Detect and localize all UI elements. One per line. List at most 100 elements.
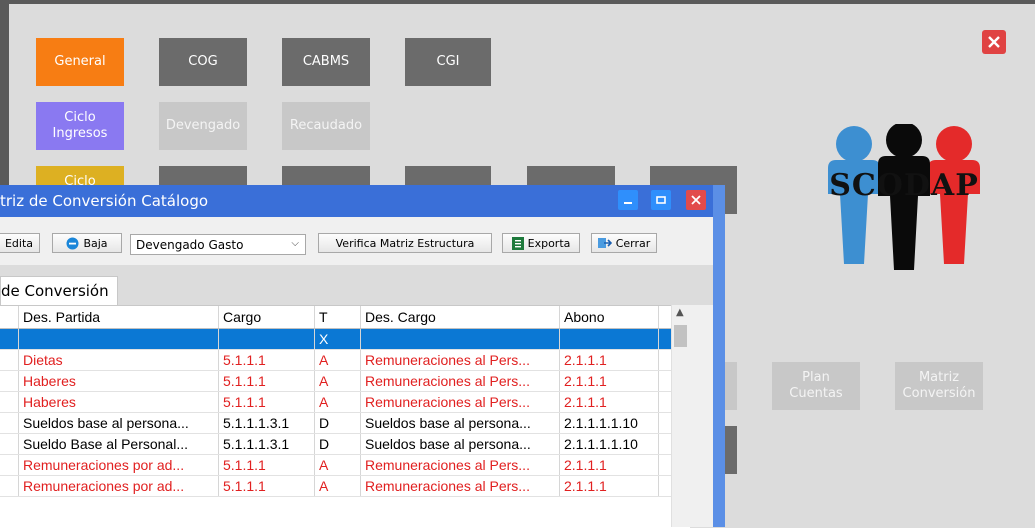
cell-des-cargo[interactable] bbox=[360, 328, 560, 350]
tile-general[interactable]: General bbox=[36, 38, 124, 86]
col-header-cargo[interactable]: Cargo bbox=[218, 306, 315, 329]
cell-abono[interactable]: 2.1.1.1 bbox=[559, 475, 659, 497]
tile-label: Devengado bbox=[165, 118, 241, 133]
edita-button[interactable]: Edita bbox=[0, 233, 40, 253]
tab-conversion[interactable]: de Conversión bbox=[0, 276, 118, 305]
tile-cgi[interactable]: CGI bbox=[405, 38, 491, 86]
cell-t[interactable]: X bbox=[314, 328, 361, 350]
table-row[interactable]: Sueldos base al persona... 5.1.1.1.3.1 D Su… bbox=[0, 412, 674, 434]
tile-cog[interactable]: COG bbox=[159, 38, 247, 86]
row-header-cell[interactable] bbox=[0, 391, 19, 413]
row-header-cell[interactable] bbox=[0, 454, 19, 476]
table-row[interactable]: X bbox=[0, 328, 674, 350]
cell-cargo[interactable]: 5.1.1.1 bbox=[218, 391, 315, 413]
cell-des-partida[interactable]: Remuneraciones por ad... bbox=[18, 475, 219, 497]
cell-t[interactable]: A bbox=[314, 391, 361, 413]
cell-abono[interactable]: 2.1.1.1.1.10 bbox=[559, 412, 659, 434]
cell-t[interactable]: A bbox=[314, 370, 361, 392]
scroll-up-icon[interactable]: ▲ bbox=[676, 307, 684, 318]
table-header-row: Des. Partida Cargo T Des. Cargo Abono bbox=[0, 306, 674, 329]
row-header-cell[interactable] bbox=[0, 475, 19, 497]
cell-des-cargo[interactable]: Remuneraciones al Pers... bbox=[360, 454, 560, 476]
cerrar-button[interactable]: Cerrar bbox=[591, 233, 657, 253]
tile-recaudado[interactable]: Recaudado bbox=[282, 102, 370, 150]
table-row[interactable]: Dietas 5.1.1.1 A Remuneraciones al Pers... 2… bbox=[0, 349, 674, 371]
cell-abono[interactable] bbox=[559, 328, 659, 350]
close-button[interactable] bbox=[982, 30, 1006, 54]
tile-matriz-conversion[interactable]: Matriz Conversión bbox=[895, 362, 983, 410]
cell-cargo[interactable]: 5.1.1.1.3.1 bbox=[218, 412, 315, 434]
cell-des-partida[interactable]: Remuneraciones por ad... bbox=[18, 454, 219, 476]
cell-t[interactable]: D bbox=[314, 433, 361, 455]
maximize-button[interactable] bbox=[651, 190, 671, 210]
cell-abono[interactable]: 2.1.1.1 bbox=[559, 391, 659, 413]
cell-t[interactable]: A bbox=[314, 349, 361, 371]
exporta-button[interactable]: Exporta bbox=[502, 233, 580, 253]
tile-devengado[interactable]: Devengado bbox=[159, 102, 247, 150]
dialog-toolbar: Edita Baja Devengado Gasto ⌵ Verifica Ma… bbox=[0, 217, 713, 266]
tile-ciclo-ingresos[interactable]: Ciclo Ingresos bbox=[36, 102, 124, 150]
col-header-abono[interactable]: Abono bbox=[559, 306, 659, 329]
col-header-des-cargo[interactable]: Des. Cargo bbox=[360, 306, 560, 329]
cell-cargo[interactable]: 5.1.1.1 bbox=[218, 370, 315, 392]
grid-vertical-scrollbar[interactable]: ▲ bbox=[671, 305, 690, 527]
cell-cargo[interactable]: 5.1.1.1 bbox=[218, 349, 315, 371]
dialog-titlebar[interactable]: triz de Conversión Catálogo bbox=[0, 185, 713, 217]
baja-button[interactable]: Baja bbox=[52, 233, 122, 253]
dialog-border-strip bbox=[713, 185, 725, 527]
cell-des-cargo[interactable]: Remuneraciones al Pers... bbox=[360, 370, 560, 392]
cell-abono[interactable]: 2.1.1.1 bbox=[559, 454, 659, 476]
cell-des-cargo[interactable]: Sueldos base al persona... bbox=[360, 412, 560, 434]
excel-icon bbox=[511, 236, 524, 250]
cell-cargo[interactable]: 5.1.1.1.3.1 bbox=[218, 433, 315, 455]
table-row[interactable]: Remuneraciones por ad... 5.1.1.1 A Remunera… bbox=[0, 454, 674, 476]
minimize-button[interactable] bbox=[618, 190, 638, 210]
conversion-grid[interactable]: Des. Partida Cargo T Des. Cargo Abono XD… bbox=[0, 305, 690, 528]
col-header-t[interactable]: T bbox=[314, 306, 361, 329]
cell-des-cargo[interactable]: Remuneraciones al Pers... bbox=[360, 475, 560, 497]
table-row[interactable]: Haberes 5.1.1.1 A Remuneraciones al Pers...… bbox=[0, 391, 674, 413]
tile-plan-cuentas[interactable]: Plan Cuentas bbox=[772, 362, 860, 410]
cell-cargo[interactable]: 5.1.1.1 bbox=[218, 475, 315, 497]
matriz-conversion-dialog: triz de Conversión Catálogo Edita Baja D… bbox=[0, 185, 714, 528]
exit-arrow-icon bbox=[597, 238, 612, 248]
dialog-close-button[interactable] bbox=[686, 190, 706, 210]
cell-abono[interactable]: 2.1.1.1 bbox=[559, 370, 659, 392]
cell-t[interactable]: A bbox=[314, 454, 361, 476]
cell-t[interactable]: A bbox=[314, 475, 361, 497]
verifica-matriz-button[interactable]: Verifica Matriz Estructura bbox=[318, 233, 492, 253]
cell-des-cargo[interactable]: Remuneraciones al Pers... bbox=[360, 391, 560, 413]
cell-des-partida[interactable]: Haberes bbox=[18, 391, 219, 413]
cell-des-partida[interactable]: Haberes bbox=[18, 370, 219, 392]
tile-label: CABMS bbox=[302, 54, 350, 69]
row-header-cell[interactable] bbox=[0, 370, 19, 392]
tile-label: Ciclo Ingresos bbox=[52, 110, 108, 141]
tipo-select-value: Devengado Gasto bbox=[136, 237, 244, 252]
maximize-icon bbox=[656, 196, 666, 204]
cell-des-partida[interactable]: Sueldo Base al Personal... bbox=[18, 433, 219, 455]
row-header-cell[interactable] bbox=[0, 349, 19, 371]
row-header-cell[interactable] bbox=[0, 433, 19, 455]
cell-des-partida[interactable]: Dietas bbox=[18, 349, 219, 371]
cell-des-partida[interactable] bbox=[18, 328, 219, 350]
col-header-des-partida[interactable]: Des. Partida bbox=[18, 306, 219, 329]
row-header-cell[interactable] bbox=[0, 412, 19, 434]
cell-t[interactable]: D bbox=[314, 412, 361, 434]
cell-abono[interactable]: 2.1.1.1 bbox=[559, 349, 659, 371]
cell-abono[interactable]: 2.1.1.1.1.10 bbox=[559, 433, 659, 455]
tile-cabms[interactable]: CABMS bbox=[282, 38, 370, 86]
table-row[interactable]: Remuneraciones por ad... 5.1.1.1 A Remunera… bbox=[0, 475, 674, 497]
cell-cargo[interactable]: 5.1.1.1 bbox=[218, 454, 315, 476]
scroll-thumb[interactable] bbox=[674, 325, 687, 347]
verifica-label: Verifica Matriz Estructura bbox=[335, 236, 475, 250]
cell-cargo[interactable] bbox=[218, 328, 315, 350]
cell-des-cargo[interactable]: Remuneraciones al Pers... bbox=[360, 349, 560, 371]
exporta-label: Exporta bbox=[527, 236, 571, 250]
table-row[interactable]: Haberes 5.1.1.1 A Remuneraciones al Pers...… bbox=[0, 370, 674, 392]
row-header-cell[interactable] bbox=[0, 328, 19, 350]
cell-des-partida[interactable]: Sueldos base al persona... bbox=[18, 412, 219, 434]
conversion-table: Des. Partida Cargo T Des. Cargo Abono XD… bbox=[0, 306, 674, 497]
tipo-select[interactable]: Devengado Gasto ⌵ bbox=[130, 234, 306, 255]
table-row[interactable]: Sueldo Base al Personal... 5.1.1.1.3.1 D Su… bbox=[0, 433, 674, 455]
cell-des-cargo[interactable]: Sueldos base al persona... bbox=[360, 433, 560, 455]
